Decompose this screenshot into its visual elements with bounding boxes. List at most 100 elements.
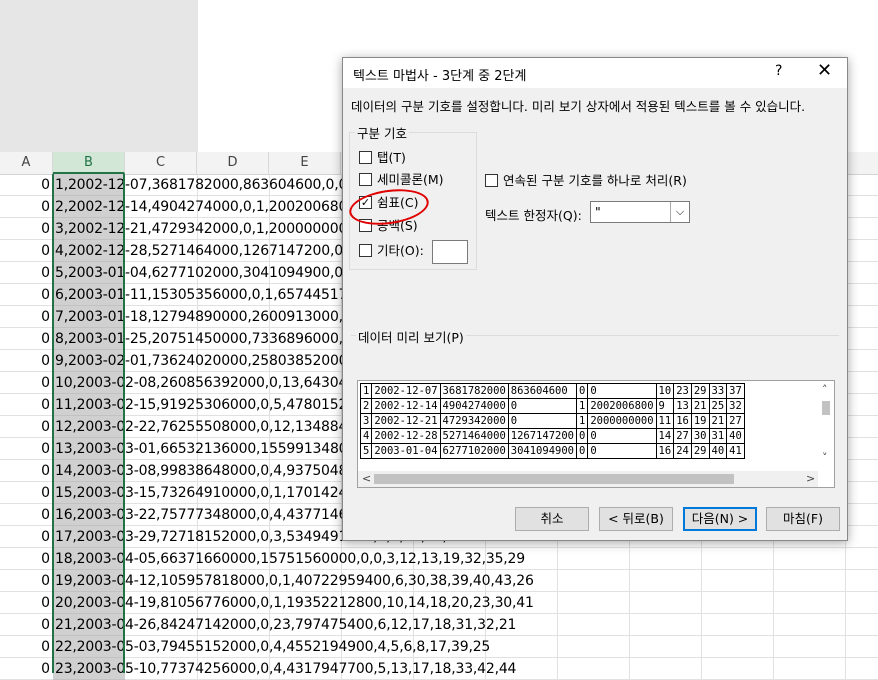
cell-a[interactable]: 0	[0, 328, 53, 350]
column-header-e[interactable]: E	[269, 152, 341, 174]
other-checkbox-box[interactable]	[359, 244, 372, 257]
preview-cell: 13	[673, 398, 692, 414]
preview-cell: 9	[655, 398, 675, 414]
preview-row: 5 2003-01-04 6277102000 3041094900 0 0 16 24 29 4…	[359, 443, 745, 459]
cell-a[interactable]: 0	[0, 482, 53, 504]
preview-cell: 0	[575, 428, 589, 444]
cell-b-text: 19,2003-04-12,105957818000,0,1,407229594…	[55, 573, 534, 589]
cell-a[interactable]: 0	[0, 350, 53, 372]
vertical-scroll-thumb[interactable]	[822, 401, 830, 415]
scroll-up-icon[interactable]: ˄	[822, 383, 828, 396]
grid-line	[773, 548, 774, 570]
close-button[interactable]: ✕	[817, 60, 832, 81]
cell-a[interactable]: 0	[0, 394, 53, 416]
preview-cell: 4729342000	[439, 413, 509, 429]
semicolon-checkbox[interactable]: 세미콜론(M)	[359, 172, 444, 188]
preview-cell: 0	[507, 398, 577, 414]
grid-line	[845, 570, 846, 592]
sheet-row: 0 18,2003-04-05,66371660000,15751560000,0…	[0, 548, 878, 570]
preview-cell: 41	[726, 443, 745, 459]
other-checkbox[interactable]: 기타(O):	[359, 243, 424, 259]
cancel-button[interactable]: 취소	[515, 507, 589, 531]
other-delimiter-input[interactable]	[432, 240, 468, 264]
text-qualifier-value: "	[595, 204, 601, 219]
cell-a[interactable]: 0	[0, 218, 53, 240]
chevron-down-icon[interactable]: ⌵	[670, 202, 689, 222]
help-button[interactable]: ?	[775, 63, 782, 79]
cell-a[interactable]: 0	[0, 284, 53, 306]
preview-cell: 31	[708, 428, 728, 444]
preview-cell: 40	[708, 443, 728, 459]
scroll-down-icon[interactable]: ˅	[822, 451, 828, 464]
cell-a[interactable]: 0	[0, 658, 53, 680]
cell-a[interactable]: 0	[0, 614, 53, 636]
preview-cell: 21	[708, 413, 728, 429]
cell-a[interactable]: 0	[0, 306, 53, 328]
sheet-row: 0 23,2003-05-10,77374256000,0,4,431794770…	[0, 658, 878, 680]
preview-row: 3 2002-12-21 4729342000 0 1 2000000000 11 16 19 2…	[359, 413, 745, 429]
grid-line	[845, 614, 846, 636]
preview-cell: 2002-12-28	[371, 428, 441, 444]
column-header-c[interactable]: C	[125, 152, 197, 174]
cell-a[interactable]: 0	[0, 570, 53, 592]
preview-cell: 0	[587, 383, 657, 399]
preview-cell: 10	[655, 383, 675, 399]
preview-row: 1 2002-12-07 3681782000 863604600 0 0 10 23 29 33…	[359, 383, 745, 399]
back-button[interactable]: < 뒤로(B)	[599, 507, 673, 531]
cell-a[interactable]: 0	[0, 372, 53, 394]
tab-checkbox-box[interactable]	[359, 151, 372, 164]
next-button[interactable]: 다음(N) >	[683, 507, 757, 531]
preview-cell: 2002006800	[587, 398, 657, 414]
grid-line	[845, 548, 846, 570]
preview-cell: 6277102000	[439, 443, 509, 459]
vertical-scrollbar[interactable]: ˄ ˅	[819, 383, 833, 471]
column-header-b[interactable]: B	[53, 152, 125, 174]
cell-a[interactable]: 0	[0, 196, 53, 218]
scroll-right-icon[interactable]: >	[806, 472, 815, 485]
preview-cell: 21	[690, 398, 710, 414]
sheet-row: 0 20,2003-04-19,81056776000,0,1,193522128…	[0, 592, 878, 614]
grid-line	[845, 658, 846, 680]
cell-a[interactable]: 0	[0, 636, 53, 658]
finish-button[interactable]: 마침(F)	[766, 507, 840, 531]
preview-cell: 19	[690, 413, 710, 429]
consecutive-checkbox-box[interactable]	[485, 174, 498, 187]
grid-line	[557, 614, 558, 636]
column-header-a[interactable]: A	[0, 152, 53, 174]
cell-a[interactable]: 0	[0, 504, 53, 526]
cell-a[interactable]: 0	[0, 460, 53, 482]
grid-line	[629, 570, 630, 592]
scroll-left-icon[interactable]: <	[362, 472, 371, 485]
horizontal-scroll-thumb[interactable]	[374, 474, 734, 484]
text-qualifier-select[interactable]: " ⌵	[590, 201, 690, 223]
cell-a[interactable]: 0	[0, 416, 53, 438]
preview-row: 4 2002-12-28 5271464000 1267147200 0 0 14 27 30 3…	[359, 428, 745, 444]
column-header-d[interactable]: D	[197, 152, 269, 174]
cell-a[interactable]: 0	[0, 592, 53, 614]
cell-a[interactable]: 0	[0, 548, 53, 570]
consecutive-delimiters-label: 연속된 구분 기호를 하나로 처리(R)	[503, 173, 687, 188]
semicolon-checkbox-box[interactable]	[359, 173, 372, 186]
cell-a[interactable]: 0	[0, 262, 53, 284]
preview-table: 1 2002-12-07 3681782000 863604600 0 0 10 23 29 33…	[359, 383, 745, 459]
sheet-row: 0 19,2003-04-12,105957818000,0,1,40722959…	[0, 570, 878, 592]
consecutive-delimiters-checkbox[interactable]: 연속된 구분 기호를 하나로 처리(R)	[485, 170, 687, 189]
dialog-titlebar: 텍스트 마법사 - 3단계 중 2단계 ? ✕	[343, 58, 847, 88]
cell-a[interactable]: 0	[0, 438, 53, 460]
cell-a[interactable]: 0	[0, 526, 53, 548]
delimiters-label: 구분 기호	[355, 123, 409, 142]
preview-cell: 0	[507, 413, 577, 429]
preview-cell: 4	[359, 428, 373, 444]
preview-cell: 5271464000	[439, 428, 509, 444]
dialog-description: 데이터의 구분 기호를 설정합니다. 미리 보기 상자에서 적용된 텍스트를 볼…	[351, 99, 806, 114]
grid-line	[773, 570, 774, 592]
cell-a[interactable]: 0	[0, 174, 53, 196]
preview-cell: 3681782000	[439, 383, 509, 399]
other-checkbox-label: 기타(O):	[377, 243, 424, 258]
horizontal-scrollbar[interactable]: < >	[358, 471, 818, 487]
grid-line	[701, 570, 702, 592]
data-preview-box[interactable]: 1 2002-12-07 3681782000 863604600 0 0 10 23 29 33…	[357, 380, 835, 488]
cell-a[interactable]: 0	[0, 240, 53, 262]
tab-checkbox[interactable]: 탭(T)	[359, 150, 406, 166]
preview-cell: 29	[690, 443, 710, 459]
